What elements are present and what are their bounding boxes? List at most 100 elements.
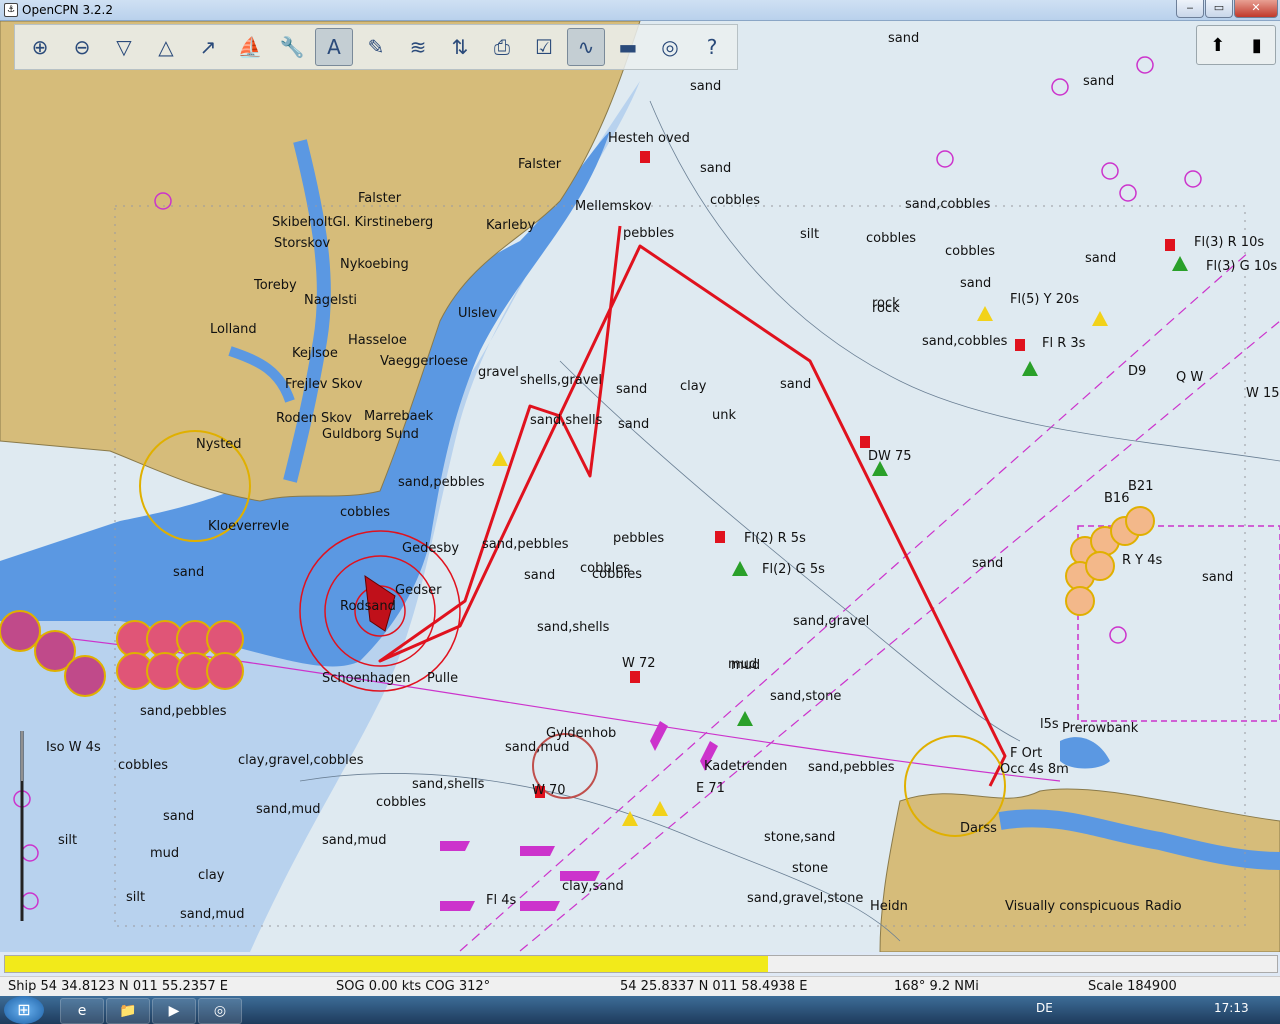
light-flr3s: Fl R 3s [1042, 336, 1086, 351]
seabed-label: sand,pebbles [398, 475, 485, 490]
light-d9: D9 [1128, 364, 1147, 379]
seabed-label: sand,shells [537, 620, 610, 635]
status-cursor-position: 54 25.8337 N 011 58.4938 E [620, 979, 808, 994]
maximize-button[interactable]: ▭ [1205, 0, 1233, 18]
tray-language[interactable]: DE [1036, 1001, 1053, 1015]
taskbar-ie[interactable]: e [60, 998, 104, 1024]
seabed-label: sand [163, 809, 195, 824]
status-scale: Scale 184900 [1088, 979, 1177, 994]
windows-taskbar: ⊞ e 📁 ▶ ◎ DE 17:13 [0, 996, 1280, 1024]
place-heidn: Heidn [870, 899, 908, 914]
place-kloeverrevle: Kloeverrevle [208, 519, 290, 534]
seabed-label: sand,mud [256, 802, 321, 817]
route-icon[interactable]: ↗ [189, 28, 227, 66]
land-darss [879, 788, 1280, 952]
help-icon[interactable]: ? [693, 28, 731, 66]
place-marrebaek: Marrebaek [364, 409, 434, 424]
settings-icon[interactable]: 🔧 [273, 28, 311, 66]
scale-out-icon[interactable]: △ [147, 28, 185, 66]
light-fl4: Fl 4s [486, 893, 517, 908]
light-fl2g: Fl(2) G 5s [762, 562, 825, 577]
light-fl5y: Fl(5) Y 20s [1010, 292, 1080, 307]
light-dw75: DW 75 [868, 449, 912, 464]
place-frejlev: Frejlev Skov [285, 377, 363, 392]
seabed-label: sand,pebbles [808, 760, 895, 775]
light-qw: Q W [1176, 370, 1204, 385]
label-kadetrenden: Kadetrenden [704, 759, 788, 774]
taskbar-opencpn[interactable]: ◎ [198, 998, 242, 1024]
seabed-label: sand [524, 568, 556, 583]
print-icon[interactable]: ⎙ [483, 28, 521, 66]
place-gyldenhob: Gyldenhob [546, 726, 617, 741]
light-w72: W 72 [622, 656, 656, 671]
place-guldborg: Guldborg Sund [322, 427, 419, 442]
nautical-chart[interactable]: Falster Falster Hesteh oved Mellemskov S… [0, 21, 1280, 952]
compass-icon[interactable]: ⬆ [1210, 35, 1225, 56]
seabed-label: sand,mud [180, 907, 245, 922]
place-hasseloe: Hasseloe [348, 333, 407, 348]
text-icon[interactable]: A [315, 28, 353, 66]
current-icon[interactable]: ≋ [399, 28, 437, 66]
seabed-label: sand [960, 276, 992, 291]
light-w70: W 70 [532, 783, 566, 798]
place-nysted: Nysted [196, 437, 242, 452]
seabed-label: sand,pebbles [140, 704, 227, 719]
place-ulslev: Ulslev [458, 306, 498, 321]
main-toolbar: ⊕ ⊖ ▽ △ ↗ ⛵ 🔧 A ✎ ≋ ⇅ ⎙ ☑ ∿ ▬ ◎? [14, 24, 738, 70]
gps-status-icon[interactable]: ▮ [1252, 35, 1262, 56]
label-visually-conspicuous: Visually conspicuous [1005, 899, 1140, 914]
seabed-label: pebbles [623, 226, 675, 241]
mob-icon[interactable]: ◎ [651, 28, 689, 66]
chart-load-progress [4, 955, 1278, 973]
seabed-label: sand [888, 31, 920, 46]
start-button[interactable]: ⊞ [4, 996, 44, 1024]
place-mellemskov: Mellemskov [575, 199, 652, 214]
seabed-label: gravel [478, 365, 519, 380]
seabed-label: pebbles [613, 531, 665, 546]
route-manager-icon[interactable]: ☑ [525, 28, 563, 66]
place-nagelsti: Nagelsti [304, 293, 358, 308]
place-nykoebing: Nykoebing [340, 257, 409, 272]
seabed-label: shells,gravel [520, 373, 603, 388]
seabed-label: stone [792, 861, 829, 876]
seabed-label: unk [712, 408, 737, 423]
seabed-label: sand,mud [322, 833, 387, 848]
place-gedesby: Gedesby [402, 541, 460, 556]
seabed-label: cobbles [340, 505, 390, 520]
label-radio: Radio [1145, 899, 1182, 914]
seabed-label: sand [780, 377, 812, 392]
zoom-out-icon[interactable]: ⊖ [63, 28, 101, 66]
scale-in-icon[interactable]: ▽ [105, 28, 143, 66]
color-scheme-icon[interactable]: ▬ [609, 28, 647, 66]
seabed-label: sand [1083, 74, 1115, 89]
place-kejlsoe: Kejlsoe [292, 346, 338, 361]
light-b16: B16 [1104, 491, 1130, 506]
window-title: OpenCPN 3.2.2 [22, 3, 113, 17]
zoom-in-icon[interactable]: ⊕ [21, 28, 59, 66]
minimize-button[interactable]: ‒ [1176, 0, 1204, 18]
light-l5s: l5s [1040, 717, 1059, 732]
mark-icon[interactable]: ✎ [357, 28, 395, 66]
place-lolland: Lolland [210, 322, 257, 337]
seabed-label: sand [618, 417, 650, 432]
seabed-label: sand [972, 556, 1004, 571]
seabed-label: cobbles [945, 244, 995, 259]
close-button[interactable]: ✕ [1234, 0, 1278, 18]
place-gedser: Gedser [395, 583, 442, 598]
opencpn-window: ⚓ OpenCPN 3.2.2 ‒ ▭ ✕ Falster Falster He… [0, 0, 1280, 1000]
tide-icon[interactable]: ⇅ [441, 28, 479, 66]
tray-clock[interactable]: 17:13 [1214, 1001, 1249, 1015]
title-bar: ⚓ OpenCPN 3.2.2 ‒ ▭ ✕ [0, 0, 1280, 21]
seabed-label: cobbles [118, 758, 168, 773]
taskbar-explorer[interactable]: 📁 [106, 998, 150, 1024]
seabed-label: rock [872, 296, 900, 311]
status-toolbar: ⬆ ▮ [1196, 25, 1276, 65]
seabed-label: cobbles [592, 567, 642, 582]
seabed-label: sand,cobbles [922, 334, 1008, 349]
seabed-label: sand,shells [530, 413, 603, 428]
place-rodsand: Rodsand [340, 599, 396, 614]
taskbar-media[interactable]: ▶ [152, 998, 196, 1024]
seabed-label: clay [198, 868, 225, 883]
ship-icon[interactable]: ⛵ [231, 28, 269, 66]
track-icon[interactable]: ∿ [567, 28, 605, 66]
